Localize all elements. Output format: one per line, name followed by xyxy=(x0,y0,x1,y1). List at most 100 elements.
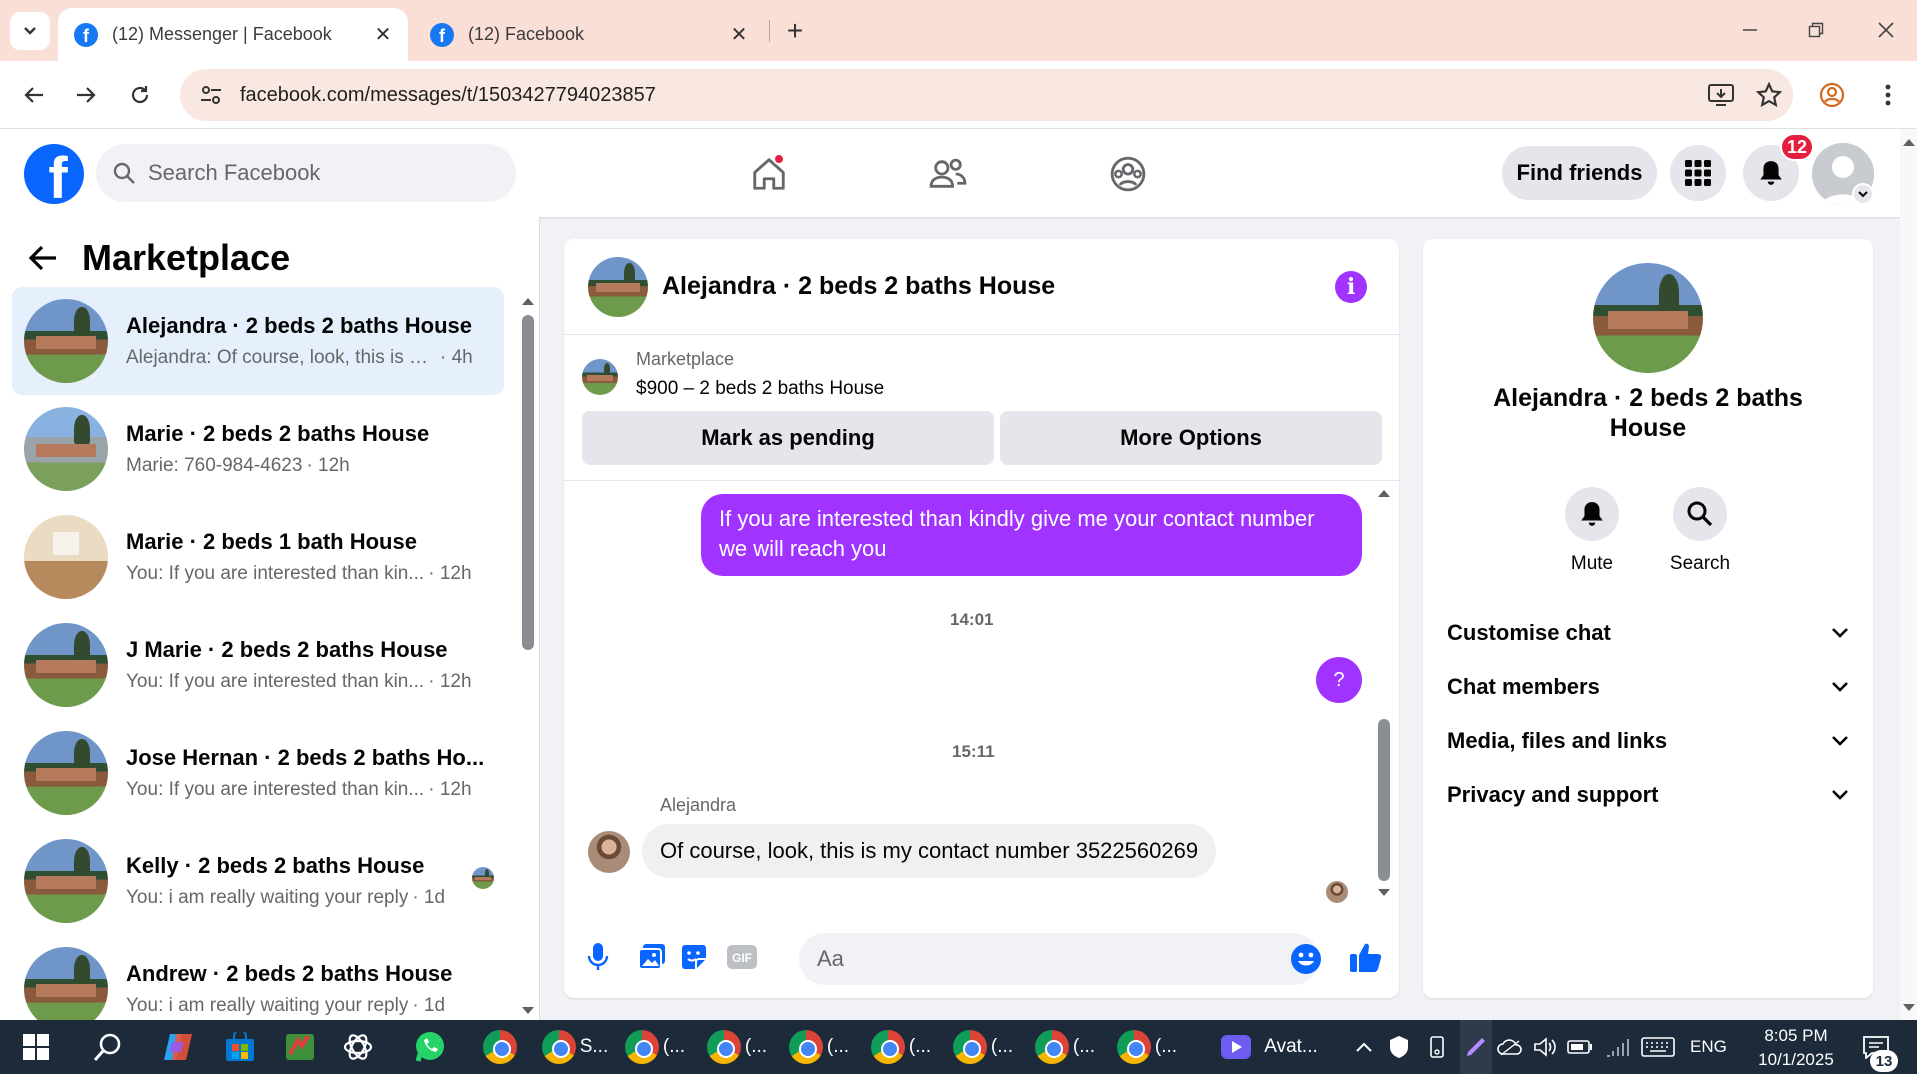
start-button[interactable] xyxy=(14,1020,58,1074)
more-options-button[interactable]: More Options xyxy=(1000,411,1382,465)
copilot-app[interactable] xyxy=(156,1020,200,1074)
scroll-down-icon[interactable] xyxy=(1902,1003,1916,1013)
clock-time[interactable]: 8:05 PM xyxy=(1756,1026,1836,1046)
whatsapp-app[interactable] xyxy=(408,1020,452,1074)
chrome-window[interactable]: (... xyxy=(702,1020,772,1074)
new-tab-button[interactable]: + xyxy=(776,14,814,48)
sticker-button[interactable] xyxy=(676,939,712,975)
onedrive-tray-icon[interactable] xyxy=(1496,1020,1524,1074)
game-app[interactable] xyxy=(278,1020,322,1074)
mark-as-pending-button[interactable]: Mark as pending xyxy=(582,411,994,465)
section-privacy-support[interactable]: Privacy and support xyxy=(1447,767,1849,823)
more-vertical-icon xyxy=(1885,84,1891,106)
chatgpt-app[interactable] xyxy=(336,1020,380,1074)
security-tray-icon[interactable] xyxy=(1386,1020,1412,1074)
site-info-icon[interactable] xyxy=(188,85,234,105)
section-media-files-links[interactable]: Media, files and links xyxy=(1447,713,1849,769)
page-scrollbar[interactable] xyxy=(1900,129,1917,1020)
section-chat-members[interactable]: Chat members xyxy=(1447,659,1849,715)
conversation-item[interactable]: Kelly · 2 beds 2 baths House You: i am r… xyxy=(12,827,504,935)
conversation-item[interactable]: Alejandra · 2 beds 2 baths House Alejand… xyxy=(12,287,504,395)
account-caret[interactable] xyxy=(1852,183,1874,205)
chrome-window[interactable]: S... xyxy=(540,1020,610,1074)
nav-home[interactable] xyxy=(739,147,799,201)
minimize-button[interactable] xyxy=(1730,12,1770,48)
sender-avatar[interactable] xyxy=(588,831,630,873)
close-tab-icon[interactable]: ✕ xyxy=(724,20,754,50)
nav-friends[interactable] xyxy=(918,147,978,201)
attach-photo-button[interactable] xyxy=(634,939,670,975)
battery-tray-icon[interactable] xyxy=(1566,1020,1594,1074)
scroll-down-icon[interactable] xyxy=(520,1005,536,1017)
install-app-icon[interactable] xyxy=(1697,83,1745,107)
chat-title[interactable]: Alejandra · 2 beds 2 baths House xyxy=(662,272,1055,301)
chat-avatar[interactable] xyxy=(588,256,648,317)
tab-search-button[interactable] xyxy=(10,12,50,50)
outgoing-message[interactable]: ? xyxy=(1316,657,1362,703)
close-icon xyxy=(1878,22,1894,38)
tab-messenger[interactable]: f (12) Messenger | Facebook ✕ xyxy=(58,8,408,61)
conversation-item[interactable]: Andrew · 2 beds 2 baths House You: i am … xyxy=(12,935,504,1020)
chrome-window[interactable]: (... xyxy=(1030,1020,1100,1074)
input-language[interactable]: ENG xyxy=(1690,1037,1727,1057)
chat-avatar-large[interactable] xyxy=(1593,263,1703,373)
conversation-item[interactable]: J Marie · 2 beds 2 baths House You: If y… xyxy=(12,611,504,719)
gif-button[interactable]: GIF xyxy=(724,939,760,975)
taskbar-search-button[interactable] xyxy=(86,1020,130,1074)
browser-menu-button[interactable] xyxy=(1868,75,1908,115)
clock-date[interactable]: 10/1/2025 xyxy=(1746,1050,1846,1070)
back-arrow-icon[interactable] xyxy=(28,244,58,272)
section-customise-chat[interactable]: Customise chat xyxy=(1447,605,1849,661)
chat-scrollbar[interactable] xyxy=(1378,719,1390,881)
address-bar[interactable]: facebook.com/messages/t/1503427794023857 xyxy=(180,69,1793,121)
find-friends-button[interactable]: Find friends xyxy=(1502,146,1657,200)
chrome-app[interactable] xyxy=(478,1020,522,1074)
voice-clip-button[interactable] xyxy=(580,939,616,975)
chrome-window[interactable]: (... xyxy=(1112,1020,1182,1074)
message-input[interactable]: Aa xyxy=(799,933,1319,985)
incoming-message[interactable]: Of course, look, this is my contact numb… xyxy=(642,824,1217,878)
browser-profile-button[interactable] xyxy=(1812,75,1852,115)
chrome-window[interactable]: (... xyxy=(866,1020,936,1074)
facebook-search-box[interactable]: Search Facebook xyxy=(96,144,516,202)
like-button[interactable] xyxy=(1348,939,1384,975)
outgoing-message[interactable]: If you are interested than kindly give m… xyxy=(701,494,1362,576)
pen-tray-icon[interactable] xyxy=(1460,1020,1492,1074)
marketplace-listing-summary[interactable]: Marketplace $900 – 2 beds 2 baths House xyxy=(582,349,884,400)
nav-groups[interactable] xyxy=(1098,147,1158,201)
video-app-window[interactable]: Avat... xyxy=(1214,1020,1324,1074)
conversation-item[interactable]: Marie · 2 beds 1 bath House You: If you … xyxy=(12,503,504,611)
reload-button[interactable] xyxy=(120,75,160,115)
chrome-window[interactable]: (... xyxy=(948,1020,1018,1074)
scroll-down-icon[interactable] xyxy=(1376,887,1392,899)
scroll-up-icon[interactable] xyxy=(1376,487,1392,499)
info-icon[interactable]: i xyxy=(1335,271,1367,303)
keyboard-tray-icon[interactable] xyxy=(1640,1020,1676,1074)
conversation-item[interactable]: Jose Hernan · 2 beds 2 baths Ho... You: … xyxy=(12,719,504,827)
tab-facebook[interactable]: f (12) Facebook ✕ xyxy=(414,8,764,61)
search-in-chat-button[interactable]: Search xyxy=(1645,487,1755,575)
conversation-item[interactable]: Marie · 2 beds 2 baths House Marie: 760-… xyxy=(12,395,504,503)
url-text[interactable]: facebook.com/messages/t/1503427794023857 xyxy=(240,84,1697,107)
scroll-up-icon[interactable] xyxy=(520,295,536,307)
scroll-up-icon[interactable] xyxy=(1902,137,1916,147)
listing-label: Marketplace xyxy=(636,349,735,369)
microsoft-store-app[interactable] xyxy=(218,1020,262,1074)
back-button[interactable] xyxy=(14,75,54,115)
volume-tray-icon[interactable] xyxy=(1532,1020,1558,1074)
phone-link-tray-icon[interactable] xyxy=(1424,1020,1450,1074)
close-window-button[interactable] xyxy=(1866,12,1906,48)
chrome-window[interactable]: (... xyxy=(620,1020,690,1074)
menu-button[interactable] xyxy=(1670,145,1726,201)
mute-button[interactable]: Mute xyxy=(1537,487,1647,575)
bookmark-star-icon[interactable] xyxy=(1745,82,1793,108)
emoji-button[interactable] xyxy=(1288,941,1324,977)
chrome-window[interactable]: (... xyxy=(784,1020,854,1074)
restore-button[interactable] xyxy=(1796,12,1836,48)
conversation-list-scrollbar[interactable] xyxy=(522,315,534,650)
forward-button[interactable] xyxy=(66,75,106,115)
show-hidden-icons[interactable] xyxy=(1352,1020,1376,1074)
facebook-logo-icon[interactable]: f xyxy=(24,144,84,204)
close-tab-icon[interactable]: ✕ xyxy=(368,20,398,50)
network-tray-icon[interactable] xyxy=(1604,1020,1632,1074)
